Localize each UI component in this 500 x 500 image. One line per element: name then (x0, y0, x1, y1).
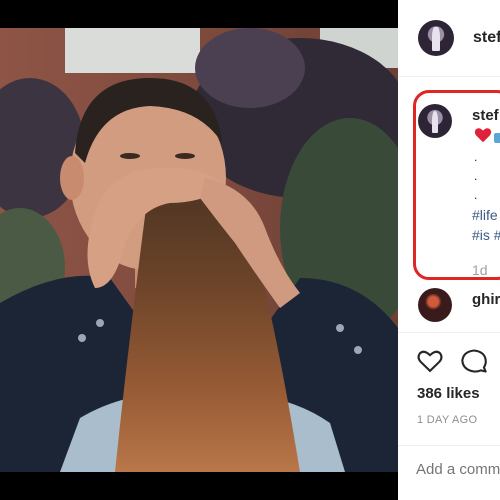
header-divider (398, 76, 500, 77)
post-photo[interactable] (0, 28, 398, 472)
post-author-avatar[interactable] (418, 20, 454, 56)
commenter-username[interactable]: ghir (472, 291, 500, 308)
photo-illustration (0, 28, 398, 472)
add-comment-input[interactable] (416, 461, 500, 478)
caption-hashtag-2[interactable]: #is # (472, 227, 500, 243)
caption-hashtag-1[interactable]: #life (472, 207, 498, 223)
caption-dot-3: . (474, 188, 478, 202)
caption-author-username[interactable]: stef (472, 107, 499, 124)
commenter-avatar[interactable] (418, 288, 452, 322)
likes-count[interactable]: 386 likes (417, 385, 480, 402)
heart-icon[interactable] (416, 347, 444, 375)
post-author-username[interactable]: stefa (473, 29, 500, 47)
actions-divider (398, 332, 500, 333)
red-heart-emoji-icon (474, 128, 492, 143)
caption-author-avatar[interactable] (418, 104, 452, 138)
caption-dot-1: . (474, 150, 478, 164)
post-time-ago: 1 DAY AGO (417, 414, 478, 426)
comment-divider (398, 445, 500, 446)
blue-emoji-icon (494, 133, 500, 143)
post-side-panel: stefa stef . . . #life #is # 1d ghir 386… (398, 0, 500, 500)
caption-dot-2: . (474, 169, 478, 183)
caption-timestamp: 1d (472, 262, 488, 278)
comment-icon[interactable] (460, 347, 488, 375)
